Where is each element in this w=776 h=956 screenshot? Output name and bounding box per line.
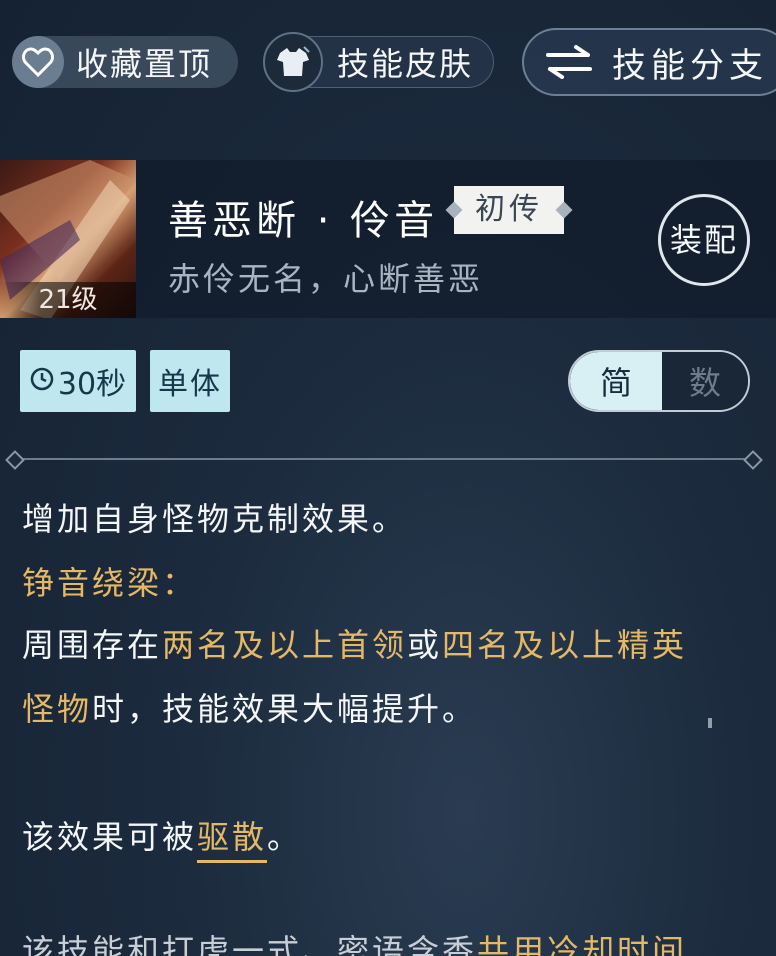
highlight-text: 四名及以上精英 bbox=[442, 626, 688, 664]
target-type-tag: 单体 bbox=[150, 350, 230, 412]
clock-icon bbox=[30, 364, 54, 399]
highlight-text: 两名及以上首领 bbox=[162, 626, 408, 664]
favorite-pin-label: 收藏置顶 bbox=[76, 45, 213, 83]
description-line: 增加自身怪物克制效果。 bbox=[22, 500, 408, 538]
description-line: 怪物时，技能效果大幅提升。 bbox=[22, 684, 477, 730]
text-span: 周围存在 bbox=[22, 626, 163, 664]
toggle-simple-option[interactable]: 简 bbox=[570, 352, 662, 410]
description-subheading: 铮音绕梁： bbox=[22, 564, 198, 602]
highlight-text: 共用冷却时间 bbox=[477, 932, 688, 956]
skill-skin-label: 技能皮肤 bbox=[337, 45, 474, 83]
highlight-text: 怪物 bbox=[22, 690, 93, 728]
toggle-numeric-option[interactable]: 数 bbox=[662, 352, 748, 410]
swap-arrows-icon bbox=[546, 39, 592, 85]
top-toolbar: 收藏置顶 技能皮肤 技能分支 bbox=[0, 0, 776, 110]
skill-name: 善恶断 · 伶音 bbox=[168, 198, 439, 244]
skill-branch-button[interactable]: 技能分支 bbox=[522, 28, 776, 96]
heart-icon bbox=[12, 36, 64, 88]
skill-portrait: 21级 bbox=[0, 160, 136, 318]
cooldown-value: 30秒 bbox=[57, 367, 127, 402]
shirt-icon bbox=[263, 32, 323, 92]
decorative-mark bbox=[708, 718, 712, 728]
cooldown-tag: 30秒 bbox=[20, 350, 136, 412]
favorite-pin-button[interactable]: 收藏置顶 bbox=[12, 36, 238, 88]
text-span: 该效果可被 bbox=[22, 818, 198, 856]
skill-tier-badge: 初传 bbox=[454, 186, 564, 234]
text-span: 或 bbox=[407, 626, 443, 664]
simple-numeric-toggle[interactable]: 简 数 bbox=[568, 350, 750, 412]
skill-skin-button[interactable]: 技能皮肤 bbox=[263, 32, 494, 92]
skill-header: 21级 善恶断 · 伶音 初传 赤伶无名，心断善恶 装配 bbox=[0, 160, 776, 318]
skill-subtitle: 赤伶无名，心断善恶 bbox=[168, 260, 484, 298]
skill-branch-label: 技能分支 bbox=[612, 45, 768, 86]
equip-button[interactable]: 装配 bbox=[658, 194, 750, 286]
dispel-keyword-link[interactable]: 驱散 bbox=[197, 818, 268, 863]
description-line: 该效果可被驱散。 bbox=[22, 812, 303, 863]
description-line: 该技能和打虎一式、密语含香共用冷却时间 bbox=[22, 926, 687, 956]
skill-level: 21级 bbox=[0, 282, 136, 318]
text-span: 该技能和打虎一式、密语含香 bbox=[22, 932, 478, 956]
text-span: 时，技能效果大幅提升。 bbox=[92, 690, 478, 728]
text-span: 。 bbox=[267, 818, 303, 856]
description-line: 周围存在两名及以上首领或四名及以上精英 bbox=[22, 620, 687, 666]
section-divider bbox=[14, 458, 754, 460]
